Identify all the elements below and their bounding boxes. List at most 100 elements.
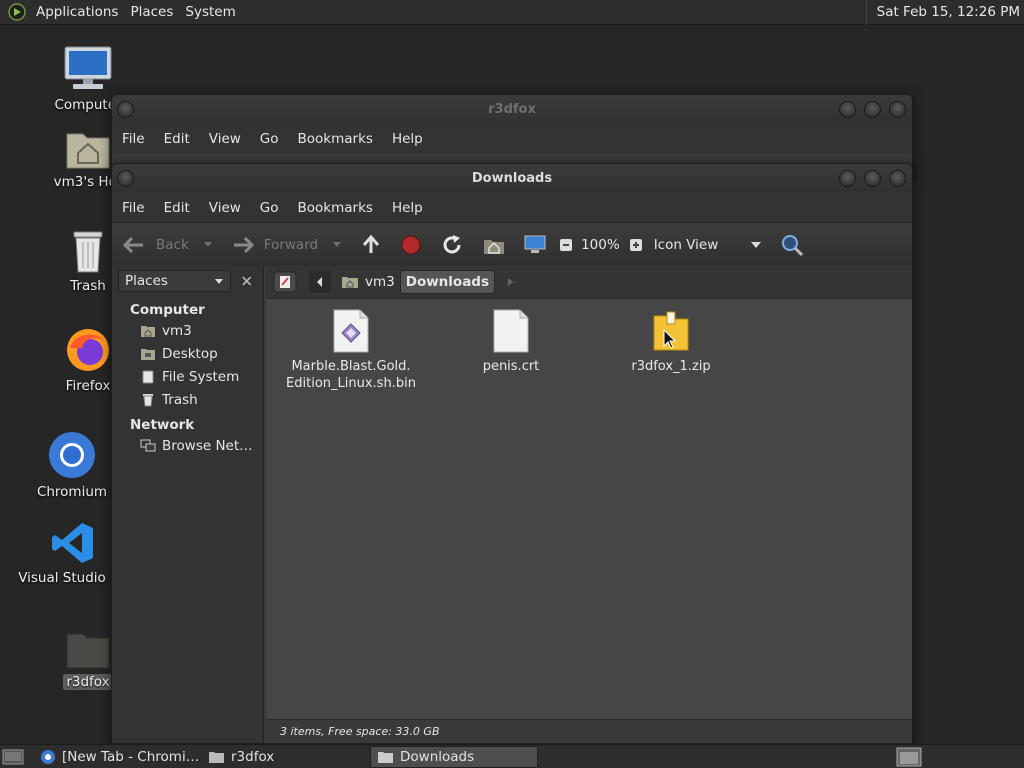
- workspace-switcher-icon[interactable]: [896, 747, 922, 767]
- window-downloads[interactable]: Downloads File Edit View Go Bookmarks He…: [111, 163, 913, 744]
- chevron-down-icon: [751, 241, 762, 248]
- applications-menu[interactable]: Applications: [30, 4, 124, 20]
- menu-edit[interactable]: Edit: [158, 200, 196, 216]
- window-menu-button[interactable]: [117, 101, 134, 118]
- sidebar-item-label: Trash: [162, 391, 198, 408]
- folder-icon: [378, 752, 393, 763]
- breadcrumb-downloads[interactable]: Downloads: [399, 270, 496, 294]
- file-view[interactable]: vm3 Downloads Marble.Blast.Gold. Edition…: [266, 266, 912, 743]
- home-folder-icon: [342, 277, 358, 288]
- breadcrumb-vm3[interactable]: vm3: [336, 270, 400, 294]
- menu-file[interactable]: File: [116, 200, 151, 216]
- file-item[interactable]: Marble.Blast.Gold. Edition_Linux.sh.bin: [276, 308, 426, 392]
- archive-icon: [653, 311, 689, 351]
- desktop-folder-icon: [141, 348, 155, 360]
- vscode-icon: [52, 523, 93, 563]
- desktop-icon-label: r3dfox: [63, 674, 113, 690]
- forward-button[interactable]: Forward: [231, 235, 342, 255]
- menu-logo-icon[interactable]: [8, 3, 26, 21]
- file-name: Marble.Blast.Gold.: [291, 359, 411, 374]
- menubar: File Edit View Go Bookmarks Help: [112, 193, 912, 222]
- stop-icon[interactable]: [400, 234, 422, 256]
- sidebar-item-file-system[interactable]: File System: [112, 365, 263, 388]
- places-menu[interactable]: Places: [124, 4, 179, 20]
- sidebar-section-network: Network: [130, 417, 195, 433]
- menu-edit[interactable]: Edit: [158, 131, 196, 147]
- close-button[interactable]: [889, 170, 906, 187]
- menu-help[interactable]: Help: [386, 131, 429, 147]
- system-menu[interactable]: System: [179, 4, 241, 20]
- breadcrumb-label: Downloads: [405, 274, 490, 290]
- chevron-down-icon: [203, 241, 212, 247]
- forward-label: Forward: [263, 236, 319, 253]
- search-icon[interactable]: [780, 233, 804, 257]
- folder-icon: [209, 752, 224, 763]
- file-name: r3dfox_1.zip: [631, 359, 711, 374]
- sidebar-selector[interactable]: Places: [118, 270, 232, 292]
- file-item[interactable]: penis.crt: [436, 308, 586, 375]
- edit-location-icon[interactable]: [272, 270, 298, 294]
- minimize-button[interactable]: [839, 170, 856, 187]
- window-title: Downloads: [471, 171, 553, 186]
- menu-bookmarks[interactable]: Bookmarks: [292, 200, 379, 216]
- titlebar[interactable]: Downloads: [112, 164, 912, 193]
- view-mode-select[interactable]: Icon View: [654, 237, 763, 253]
- minimize-button[interactable]: [839, 101, 856, 118]
- task-label: Downloads: [400, 749, 475, 765]
- back-button[interactable]: Back: [122, 235, 213, 255]
- menu-go[interactable]: Go: [254, 200, 285, 216]
- up-arrow-icon[interactable]: [360, 234, 382, 256]
- menubar: File Edit View Go Bookmarks Help: [112, 124, 912, 153]
- maximize-button[interactable]: [864, 170, 881, 187]
- sidebar-item-browse-network[interactable]: Browse Net…: [112, 434, 263, 457]
- file-name: penis.crt: [482, 359, 540, 374]
- maximize-button[interactable]: [864, 101, 881, 118]
- sidebar-item-desktop[interactable]: Desktop: [112, 342, 263, 365]
- top-panel: Applications Places System Sat Feb 15, 1…: [0, 0, 1024, 25]
- chevron-right-icon[interactable]: [503, 275, 517, 289]
- sidebar-item-trash[interactable]: Trash: [112, 388, 263, 411]
- status-text: 3 items, Free space: 33.0 GB: [280, 725, 440, 738]
- sidebar-item-label: Browse Net…: [162, 437, 253, 454]
- executable-icon: [333, 309, 369, 353]
- close-button[interactable]: [889, 101, 906, 118]
- menu-bookmarks[interactable]: Bookmarks: [292, 131, 379, 147]
- sidebar-item-label: vm3: [162, 322, 192, 339]
- computer-icon[interactable]: [523, 234, 547, 256]
- titlebar[interactable]: r3dfox: [112, 95, 912, 124]
- chromium-icon: [49, 432, 95, 478]
- computer-icon: [64, 46, 112, 89]
- chevron-left-icon[interactable]: [308, 270, 332, 294]
- file-item[interactable]: r3dfox_1.zip: [596, 308, 746, 375]
- show-desktop-icon[interactable]: [2, 748, 24, 766]
- sidebar-item-vm3[interactable]: vm3: [112, 319, 263, 342]
- close-icon[interactable]: [237, 271, 257, 291]
- window-title: r3dfox: [488, 102, 536, 117]
- home-icon[interactable]: [482, 234, 506, 256]
- zoom-in-icon[interactable]: [629, 238, 643, 252]
- menu-view[interactable]: View: [203, 131, 247, 147]
- sidebar: Places Computer vm3 Desktop File System …: [112, 266, 264, 743]
- menu-file[interactable]: File: [116, 131, 151, 147]
- task-chromium[interactable]: [New Tab - Chromi…: [34, 746, 202, 768]
- firefox-icon: [67, 329, 109, 371]
- toolbar: Back Forward 100% Icon View: [112, 222, 912, 266]
- menu-go[interactable]: Go: [254, 131, 285, 147]
- view-mode-label: Icon View: [653, 236, 719, 253]
- task-r3dfox[interactable]: r3dfox: [202, 746, 368, 768]
- window-r3dfox[interactable]: r3dfox File Edit View Go Bookmarks Help: [111, 94, 913, 174]
- home-folder-icon: [66, 133, 110, 169]
- status-bar: 3 items, Free space: 33.0 GB: [266, 719, 912, 743]
- bottom-panel: [New Tab - Chromi… r3dfox Downloads: [0, 744, 1024, 768]
- task-downloads[interactable]: Downloads: [370, 746, 538, 768]
- document-icon: [493, 309, 529, 353]
- chromium-icon: [41, 750, 55, 764]
- menu-view[interactable]: View: [203, 200, 247, 216]
- zoom-level: 100%: [581, 236, 620, 253]
- reload-icon[interactable]: [441, 234, 463, 256]
- zoom-out-icon[interactable]: [559, 238, 573, 252]
- menu-help[interactable]: Help: [386, 200, 429, 216]
- clock[interactable]: Sat Feb 15, 12:26 PM: [865, 0, 1020, 25]
- network-icon: [140, 439, 156, 451]
- window-menu-button[interactable]: [117, 170, 134, 187]
